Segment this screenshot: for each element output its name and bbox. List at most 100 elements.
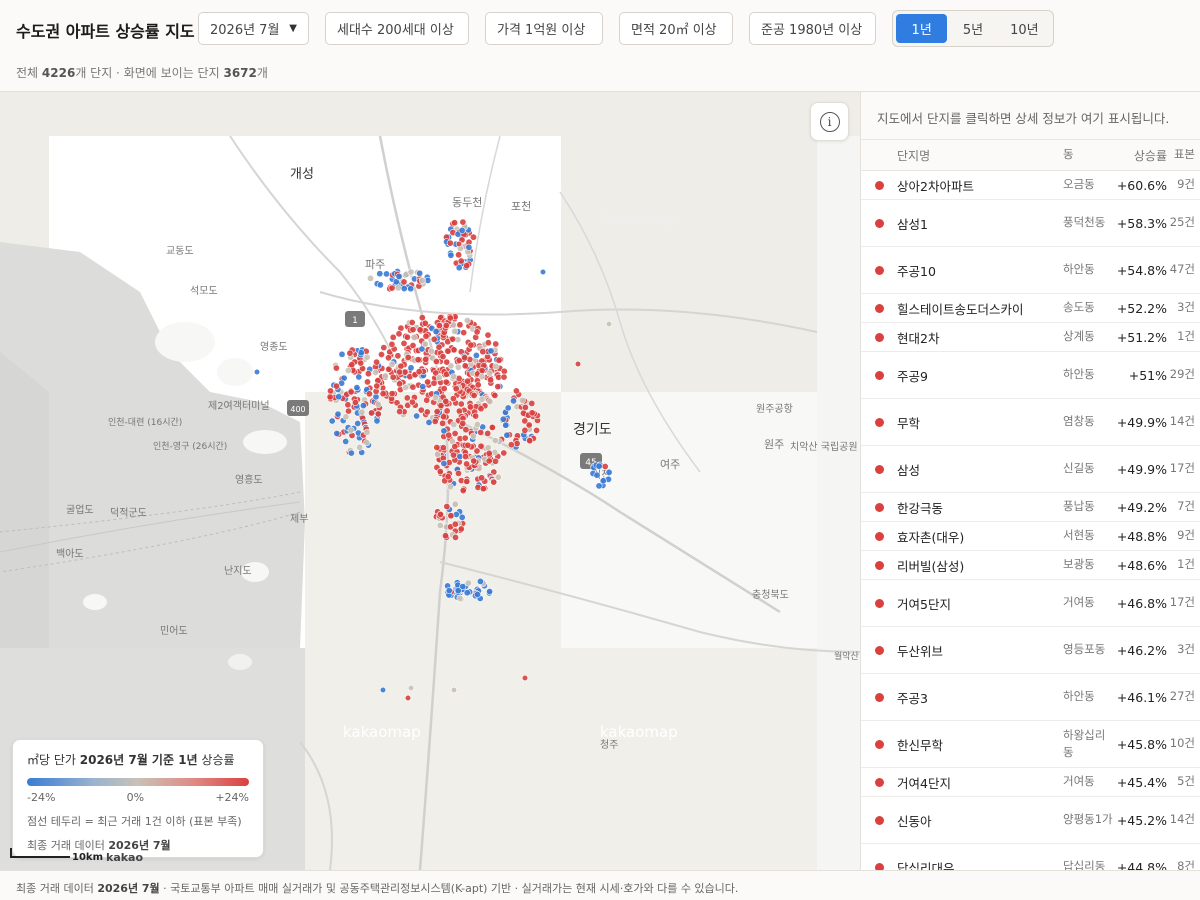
complex-marker[interactable] xyxy=(526,437,534,445)
table-row[interactable]: 한강극동 풍납동 +49.2% 7건 xyxy=(861,493,1200,522)
complex-marker[interactable] xyxy=(342,437,350,445)
complex-marker[interactable] xyxy=(492,340,500,348)
complex-marker[interactable] xyxy=(435,322,443,330)
complex-marker[interactable] xyxy=(427,347,435,355)
complex-marker[interactable] xyxy=(332,364,340,372)
complex-marker[interactable] xyxy=(423,396,431,404)
complex-marker[interactable] xyxy=(484,331,492,339)
table-row[interactable]: 거여5단지 거여동 +46.8% 17건 xyxy=(861,580,1200,627)
complex-marker[interactable] xyxy=(457,257,465,265)
complex-marker[interactable] xyxy=(445,431,453,439)
complex-marker[interactable] xyxy=(499,415,507,423)
month-select[interactable]: 2026년 7월 ▼ xyxy=(198,12,309,45)
complex-marker[interactable] xyxy=(396,408,404,416)
table-row[interactable]: 주공9 하안동 +51% 29건 xyxy=(861,352,1200,399)
complex-marker[interactable] xyxy=(484,444,492,452)
complex-marker[interactable] xyxy=(477,428,485,436)
complex-marker[interactable] xyxy=(459,419,467,427)
complex-marker[interactable] xyxy=(374,400,382,408)
complex-marker[interactable] xyxy=(410,333,418,341)
complex-marker[interactable] xyxy=(478,366,486,374)
complex-marker[interactable] xyxy=(442,322,450,330)
complex-marker[interactable] xyxy=(355,373,363,381)
table-row[interactable]: 한신무학 하왕십리동 +45.8% 10건 xyxy=(861,721,1200,768)
complex-marker[interactable] xyxy=(253,368,261,376)
complex-marker[interactable] xyxy=(443,502,451,510)
complex-marker[interactable] xyxy=(334,410,342,418)
complex-marker[interactable] xyxy=(539,268,547,276)
complex-marker[interactable] xyxy=(449,335,457,343)
complex-marker[interactable] xyxy=(472,412,480,420)
table-row[interactable]: 무학 염창동 +49.9% 14건 xyxy=(861,399,1200,446)
complex-marker[interactable] xyxy=(454,363,462,371)
complex-marker[interactable] xyxy=(450,421,458,429)
period-5y-button[interactable]: 5년 xyxy=(947,14,998,43)
complex-marker[interactable] xyxy=(338,350,346,358)
complex-marker[interactable] xyxy=(443,358,451,366)
complex-marker[interactable] xyxy=(364,370,372,378)
complex-marker[interactable] xyxy=(439,444,447,452)
complex-marker[interactable] xyxy=(371,368,379,376)
complex-marker[interactable] xyxy=(365,390,373,398)
complex-marker[interactable] xyxy=(465,243,473,251)
complex-marker[interactable] xyxy=(457,525,465,533)
complex-marker[interactable] xyxy=(433,443,441,451)
complex-marker[interactable] xyxy=(388,340,396,348)
complex-marker[interactable] xyxy=(363,378,371,386)
complex-marker[interactable] xyxy=(374,410,382,418)
complex-marker[interactable] xyxy=(525,421,533,429)
complex-marker[interactable] xyxy=(347,449,355,457)
complex-marker[interactable] xyxy=(455,240,463,248)
complex-marker[interactable] xyxy=(500,449,508,457)
complex-marker[interactable] xyxy=(335,393,343,401)
complex-marker[interactable] xyxy=(344,366,352,374)
complex-marker[interactable] xyxy=(344,401,352,409)
complex-marker[interactable] xyxy=(432,357,440,365)
table-row[interactable]: 주공10 하안동 +54.8% 47건 xyxy=(861,247,1200,294)
complex-marker[interactable] xyxy=(488,423,496,431)
complex-marker[interactable] xyxy=(478,474,486,482)
complex-marker[interactable] xyxy=(326,387,334,395)
complex-marker[interactable] xyxy=(451,327,459,335)
complex-marker[interactable] xyxy=(342,413,350,421)
complex-marker[interactable] xyxy=(528,399,536,407)
complex-marker[interactable] xyxy=(433,451,441,459)
complex-marker[interactable] xyxy=(431,417,439,425)
complex-marker[interactable] xyxy=(435,374,443,382)
complex-marker[interactable] xyxy=(451,533,459,541)
complex-marker[interactable] xyxy=(388,284,396,292)
complex-marker[interactable] xyxy=(487,347,495,355)
map-view[interactable]: kakaomap kakaomap kakaomap 1 400 45 개성 동두… xyxy=(0,92,860,870)
price-filter[interactable]: 가격 1억원 이상 xyxy=(485,12,603,45)
complex-marker[interactable] xyxy=(450,686,458,694)
complex-marker[interactable] xyxy=(436,467,444,475)
table-row[interactable]: 답십리대우 답십리동 +44.8% 8건 xyxy=(861,844,1200,870)
complex-marker[interactable] xyxy=(484,339,492,347)
complex-marker[interactable] xyxy=(474,381,482,389)
complex-marker[interactable] xyxy=(418,276,426,284)
complex-marker[interactable] xyxy=(485,449,493,457)
complex-marker[interactable] xyxy=(368,409,376,417)
complex-marker[interactable] xyxy=(451,219,459,227)
complex-marker[interactable] xyxy=(400,339,408,347)
complex-marker[interactable] xyxy=(487,376,495,384)
complex-marker[interactable] xyxy=(463,317,471,325)
complex-marker[interactable] xyxy=(397,362,405,370)
table-row[interactable]: 신동아 양평동1가 +45.2% 14건 xyxy=(861,797,1200,844)
complex-marker[interactable] xyxy=(574,360,582,368)
complex-marker[interactable] xyxy=(458,226,466,234)
complex-marker[interactable] xyxy=(464,579,472,587)
complex-marker[interactable] xyxy=(494,473,502,481)
complex-marker[interactable] xyxy=(495,356,503,364)
complex-marker[interactable] xyxy=(404,353,412,361)
complex-marker[interactable] xyxy=(461,434,469,442)
complex-marker[interactable] xyxy=(379,390,387,398)
complex-marker[interactable] xyxy=(494,383,502,391)
complex-marker[interactable] xyxy=(463,262,471,270)
table-row[interactable]: 현대2차 상계동 +51.2% 1건 xyxy=(861,323,1200,352)
complex-marker[interactable] xyxy=(432,328,440,336)
complex-marker[interactable] xyxy=(326,393,334,401)
complex-marker[interactable] xyxy=(452,385,460,393)
complex-marker[interactable] xyxy=(461,354,469,362)
complex-marker[interactable] xyxy=(491,391,499,399)
